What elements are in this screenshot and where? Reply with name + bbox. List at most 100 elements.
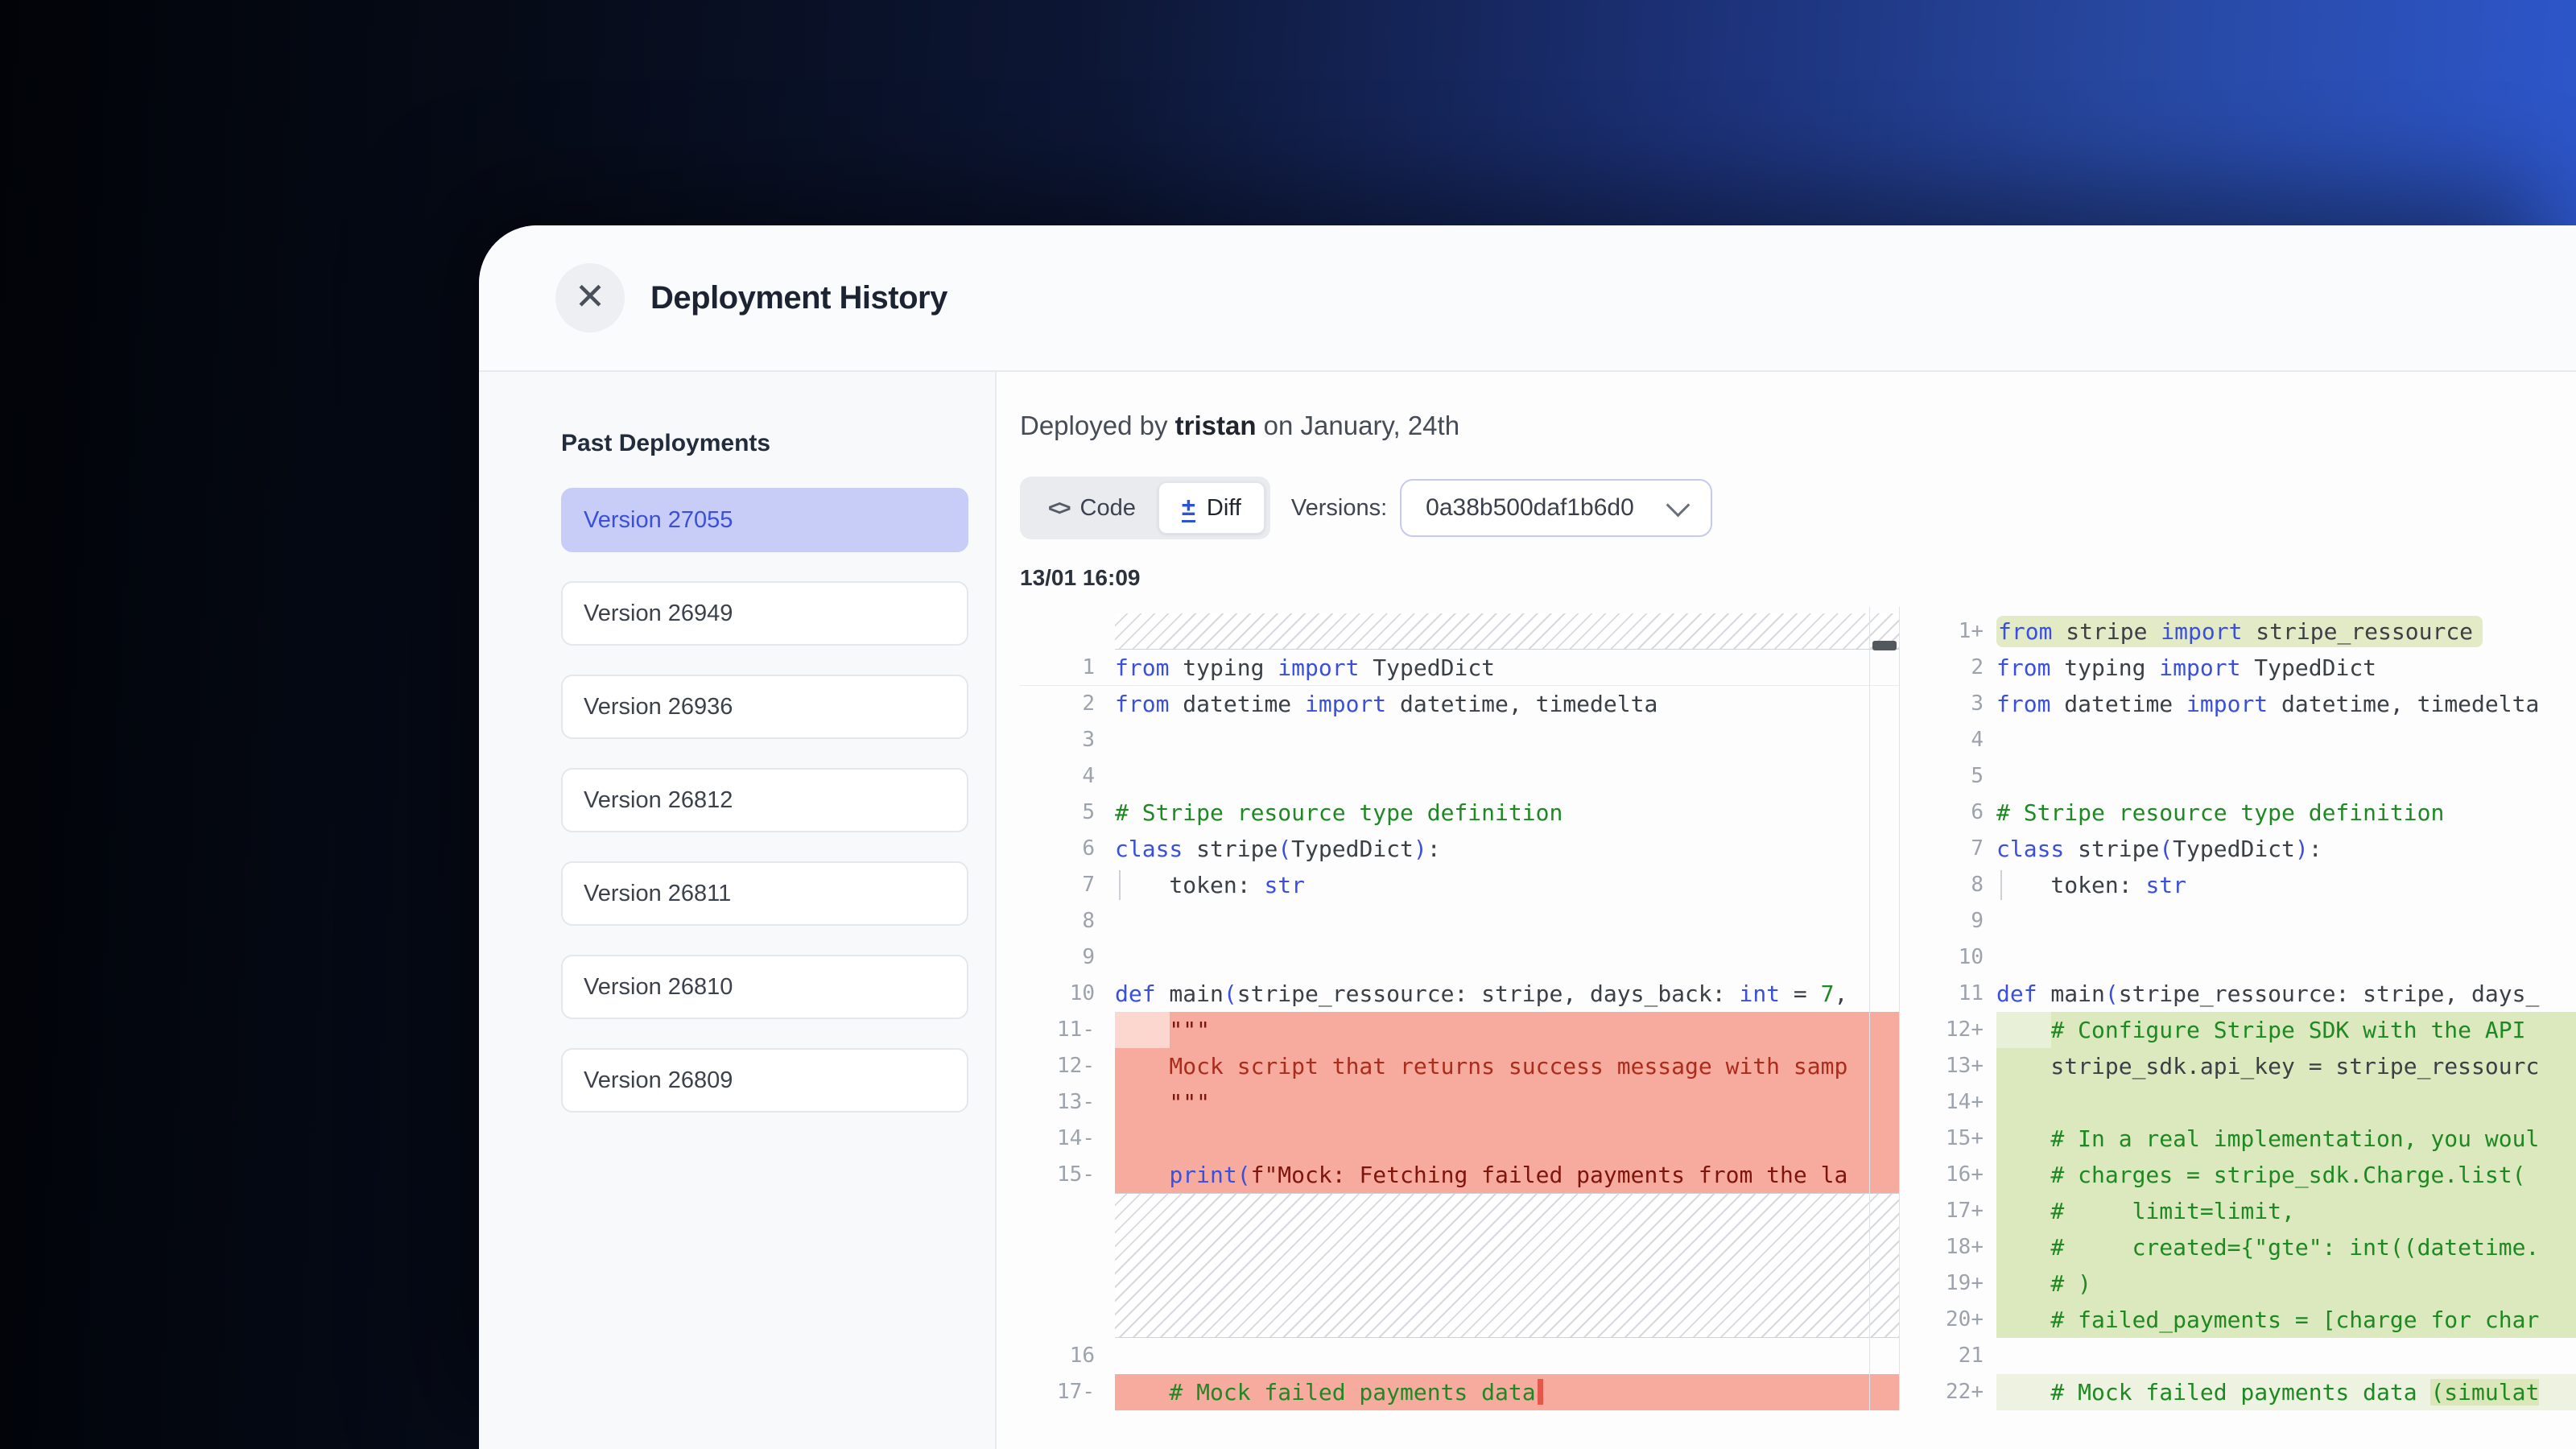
code-line [1115,939,1900,976]
sidebar: Past Deployments Version 27055 Version 26… [479,372,997,1449]
version-item[interactable]: Version 26809 [561,1048,968,1113]
diff-line: 13+ stripe_sdk.api_key = stripe_ressourc [1928,1048,2576,1084]
line-number: 12+ [1928,1012,1996,1048]
version-list: Version 27055 Version 26949 Version 26936 V… [561,488,968,1113]
deployed-line: Deployed by tristan on January, 24th [1020,411,2576,441]
code-line: # Stripe resource type definition [1996,795,2576,831]
version-item[interactable]: Version 26936 [561,675,968,739]
line-number: 21 [1928,1338,1996,1374]
code-line: stripe_sdk.api_key = stripe_ressourc [1996,1048,2576,1084]
line-number: 7 [1020,867,1115,903]
diff-line: 11def main(stripe_ressource: stripe, day… [1928,976,2576,1012]
version-item[interactable]: Version 27055 [561,488,968,552]
diff-line: 20+ # failed_payments = [charge for char [1928,1302,2576,1338]
code-line: # limit=limit, [1996,1193,2576,1229]
code-line: class stripe(TypedDict): [1115,831,1900,867]
sidebar-heading: Past Deployments [561,430,968,457]
collapsed-hatch [1115,1193,1900,1338]
scrollbar-thumb[interactable] [1872,641,1897,650]
version-dropdown[interactable]: 0a38b500daf1b6d0 [1400,479,1712,537]
code-line [1115,758,1900,795]
code-line: # Mock failed payments data [1115,1374,1900,1410]
diff-line: 12- Mock script that returns success mes… [1020,1048,1900,1084]
diff-line: 8 token: str [1928,867,2576,903]
code-line: # charges = stripe_sdk.Charge.list( [1996,1157,2576,1193]
diff-pane-old: 1from typing import TypedDict2from datet… [1020,607,1900,1410]
diff-line: 10 [1928,939,2576,976]
line-number: 13+ [1928,1048,1996,1084]
diff-line: 12+ # Configure Stripe SDK with the API [1928,1012,2576,1048]
line-number: 9 [1020,939,1115,976]
version-item[interactable]: Version 26949 [561,581,968,646]
line-number: 4 [1020,758,1115,795]
diff-line: 21 [1928,1338,2576,1374]
code-line: # In a real implementation, you woul [1996,1121,2576,1157]
code-line: from stripe import stripe_ressource [1996,613,2576,650]
diff-line: 5 [1928,758,2576,795]
line-number: 1 [1020,650,1115,686]
diff-line: 3from datetime import datetime, timedelt… [1928,686,2576,722]
version-item[interactable]: Version 26810 [561,955,968,1019]
diff-line: 1+from stripe import stripe_ressource [1928,613,2576,650]
code-line: class stripe(TypedDict): [1996,831,2576,867]
diff-line: 4 [1020,758,1900,795]
line-number: 6 [1928,795,1996,831]
diff-line: 16+ # charges = stripe_sdk.Charge.list( [1928,1157,2576,1193]
line-number: 2 [1928,650,1996,686]
line-number: 13- [1020,1084,1115,1121]
diff-line: 7 token: str [1020,867,1900,903]
code-line: # created={"gte": int((datetime. [1996,1229,2576,1265]
line-number: 6 [1020,831,1115,867]
diff-line: 2from typing import TypedDict [1928,650,2576,686]
indent-guide [1119,870,1121,900]
deployed-suffix: on January, 24th [1256,411,1459,440]
diff-line: 14- [1020,1121,1900,1157]
code-line: # Configure Stripe SDK with the API [1996,1012,2576,1048]
code-line: """ [1115,1012,1900,1048]
diff-line: 7class stripe(TypedDict): [1928,831,2576,867]
code-line [1115,1338,1900,1374]
code-line: def main(stripe_ressource: stripe, days_… [1115,976,1900,1012]
line-number: 5 [1928,758,1996,795]
line-number: 14- [1020,1121,1115,1157]
tab-code[interactable]: <> Code [1026,482,1158,534]
scrollbar[interactable] [1869,607,1900,1410]
line-number: 9 [1928,903,1996,939]
code-line: # Stripe resource type definition [1115,795,1900,831]
line-number: 3 [1928,686,1996,722]
unchanged-indent [1115,1012,1170,1048]
line-number [1020,1193,1115,1338]
modal-header: ✕ Deployment History [479,225,2576,372]
diff-line: 22+ # Mock failed payments data (simulat [1928,1374,2576,1410]
line-number: 16 [1020,1338,1115,1374]
code-line: from datetime import datetime, timedelta [1115,686,1900,722]
tab-diff[interactable]: ± Diff [1158,482,1265,534]
collapsed-hatch [1115,613,1900,650]
deploy-timestamp: 13/01 16:09 [1020,565,2576,591]
line-number: 19+ [1928,1265,1996,1302]
line-number: 14+ [1928,1084,1996,1121]
chevron-down-icon [1666,493,1690,517]
code-line: # ) [1996,1265,2576,1302]
line-number: 11 [1928,976,1996,1012]
diff-line: 1from typing import TypedDict [1020,650,1900,686]
code-line: from datetime import datetime, timedelta [1996,686,2576,722]
version-item[interactable]: Version 26811 [561,861,968,926]
diff-line: 17- # Mock failed payments data [1020,1374,1900,1410]
line-number: 15- [1020,1157,1115,1193]
code-line: """ [1115,1084,1900,1121]
close-icon: ✕ [575,278,606,315]
close-button[interactable]: ✕ [555,263,625,332]
diff-change-caret [1538,1379,1543,1405]
code-line [1996,1084,2576,1121]
line-number: 11- [1020,1012,1115,1048]
line-number: 7 [1928,831,1996,867]
version-item[interactable]: Version 26812 [561,768,968,832]
line-number: 12- [1020,1048,1115,1084]
toolbar: <> Code ± Diff Versions: 0a38b500daf1b6d… [1020,477,2576,539]
code-line: # failed_payments = [charge for char [1996,1302,2576,1338]
version-hash: 0a38b500daf1b6d0 [1426,494,1634,522]
line-number: 2 [1020,686,1115,722]
code-line [1996,1338,2576,1374]
deployment-history-modal: ✕ Deployment History Past Deployments Ve… [479,225,2576,1449]
